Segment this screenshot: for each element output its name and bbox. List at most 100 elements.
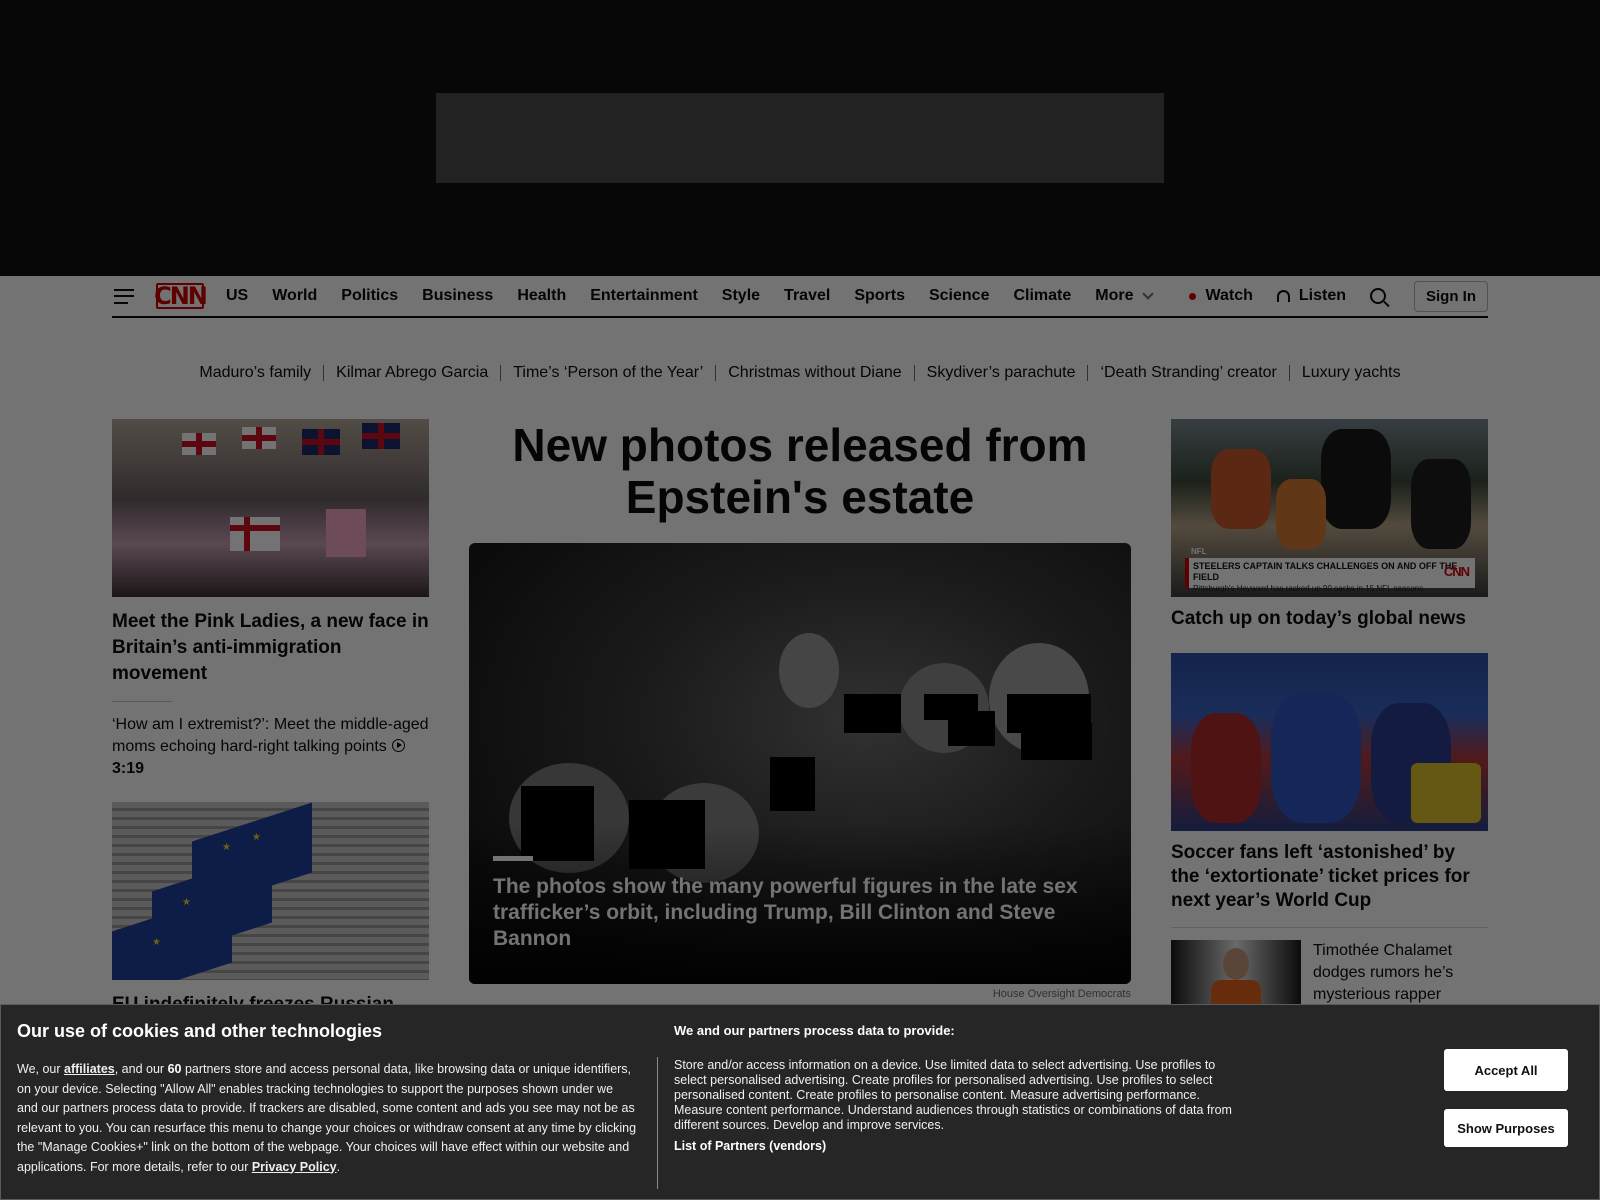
face-shape (1223, 948, 1249, 980)
chevron-down-icon (1141, 288, 1154, 300)
nav-link-style[interactable]: Style (722, 287, 760, 305)
nav-link-us[interactable]: US (226, 287, 248, 305)
player-shape (1211, 449, 1271, 529)
cookie-body: We, our affiliates, and our 60 partners … (17, 1060, 637, 1177)
cookie-text: . (336, 1159, 341, 1174)
cookie-purposes: We and our partners process data to prov… (674, 1023, 1234, 1153)
cookie-intro: Our use of cookies and other technologie… (17, 1021, 637, 1177)
nav-link-travel[interactable]: Travel (784, 287, 830, 305)
story-headline[interactable]: Catch up on today’s global news (1171, 607, 1488, 631)
cnn-logo: CNN (1443, 564, 1470, 579)
flag-shape (230, 517, 280, 551)
star-icon: ★ (252, 832, 261, 843)
vendors-link[interactable]: List of Partners (vendors) (674, 1139, 1234, 1153)
face-shape (779, 633, 839, 708)
story-headline[interactable]: Soccer fans left ‘astonished’ by the ‘ex… (1171, 841, 1488, 913)
cookie-banner: Our use of cookies and other technologie… (0, 1004, 1600, 1200)
watch-label: Watch (1205, 287, 1253, 304)
main-nav: CNN US World Politics Business Health En… (112, 276, 1488, 318)
story-link[interactable]: ‘How am I extremist?’: Meet the middle-a… (112, 714, 429, 780)
star-icon: ★ (152, 937, 161, 948)
nav-link-climate[interactable]: Climate (1013, 287, 1071, 305)
video-duration: 3:19 (112, 760, 145, 777)
hero-photo[interactable]: The photos show the many powerful figure… (469, 543, 1131, 984)
story-headline[interactable]: Meet the Pink Ladies, a new face in Brit… (112, 609, 429, 687)
nav-link-health[interactable]: Health (517, 287, 566, 305)
listen-button[interactable]: Listen (1276, 287, 1346, 305)
hero-caption[interactable]: The photos show the many powerful figure… (493, 874, 1093, 952)
fan-shape (1191, 713, 1261, 823)
trending-bar: Maduro’s family Kilmar Abrego Garcia Tim… (0, 364, 1600, 382)
right-column: NFL STEELERS CAPTAIN TALKS CHALLENGES ON… (1171, 419, 1488, 1014)
redaction-box (1021, 723, 1092, 760)
ad-slot[interactable] (436, 93, 1164, 183)
nav-link-entertainment[interactable]: Entertainment (590, 287, 698, 305)
cookie-title: Our use of cookies and other technologie… (17, 1021, 383, 1041)
flag-shape (1411, 763, 1481, 823)
divider (657, 1057, 658, 1189)
nfl-video-thumbnail[interactable]: NFL STEELERS CAPTAIN TALKS CHALLENGES ON… (1171, 419, 1488, 597)
nav-links: US World Politics Business Health Entert… (226, 276, 1154, 316)
trending-link[interactable]: ‘Death Stranding’ creator (1100, 364, 1276, 382)
divider (1087, 365, 1089, 381)
lower-third-title: STEELERS CAPTAIN TALKS CHALLENGES ON AND… (1193, 561, 1458, 582)
video-lower-third: STEELERS CAPTAIN TALKS CHALLENGES ON AND… (1185, 558, 1475, 593)
privacy-policy-link[interactable]: Privacy Policy (252, 1160, 337, 1174)
photo-credit: House Oversight Democrats (992, 988, 1131, 1000)
player-shape (1411, 459, 1471, 549)
caption-accent-bar (493, 856, 533, 861)
story-card[interactable]: Timothée Chalamet dodges rumors he’s mys… (1171, 927, 1488, 1014)
cookie-text: partners store and access personal data,… (17, 1062, 637, 1174)
protest-sign (326, 509, 366, 557)
trending-link[interactable]: Luxury yachts (1302, 364, 1401, 382)
watch-button[interactable]: Watch (1189, 287, 1253, 305)
nav-link-business[interactable]: Business (422, 287, 493, 305)
cookie-text: , and our (114, 1062, 168, 1076)
trending-link[interactable]: Skydiver’s parachute (927, 364, 1076, 382)
trending-link[interactable]: Kilmar Abrego Garcia (336, 364, 488, 382)
left-column: Meet the Pink Ladies, a new face in Brit… (112, 419, 429, 1018)
redaction-box (770, 757, 815, 811)
sign-in-button[interactable]: Sign In (1414, 280, 1488, 312)
soccer-fans-photo[interactable] (1171, 653, 1488, 831)
menu-icon[interactable] (114, 288, 134, 304)
star-icon: ★ (182, 897, 191, 908)
trending-link[interactable]: Christmas without Diane (728, 364, 901, 382)
show-purposes-button[interactable]: Show Purposes (1444, 1109, 1568, 1147)
nav-more-label: More (1095, 287, 1134, 304)
center-column: New photos released from Epstein's estat… (469, 419, 1131, 1000)
cookie-text: We, our (17, 1062, 65, 1076)
affiliates-link[interactable]: affiliates (64, 1062, 115, 1076)
rally-photo[interactable] (112, 419, 429, 597)
nfl-tag: NFL (1191, 547, 1207, 556)
story-headline: Timothée Chalamet dodges rumors he’s mys… (1313, 942, 1454, 1003)
purposes-text: Store and/or access information on a dev… (674, 1058, 1232, 1132)
cnn-logo[interactable]: CNN (154, 283, 208, 309)
fan-shape (1271, 693, 1361, 823)
listen-label: Listen (1298, 287, 1346, 304)
trending-link[interactable]: Maduro’s family (199, 364, 311, 382)
nav-more[interactable]: More (1095, 287, 1154, 305)
divider (500, 365, 502, 381)
nav-link-politics[interactable]: Politics (341, 287, 398, 305)
ad-band (0, 0, 1600, 276)
nav-link-sports[interactable]: Sports (854, 287, 905, 305)
eu-flags-photo[interactable]: ★ ★ ★ ★ (112, 802, 429, 980)
accept-all-button[interactable]: Accept All (1444, 1049, 1568, 1091)
nav-link-world[interactable]: World (272, 287, 317, 305)
nav-right: Watch Listen Sign In (1189, 280, 1488, 312)
player-shape (1276, 479, 1326, 549)
play-icon (392, 739, 406, 752)
flag-shape (302, 429, 340, 455)
nav-link-science[interactable]: Science (929, 287, 989, 305)
lower-third-sub: Pittsburgh's Heyward has racked up 90 sa… (1193, 584, 1424, 593)
flag-shape (242, 427, 276, 449)
divider (715, 365, 717, 381)
search-icon[interactable] (1370, 288, 1386, 304)
trending-link[interactable]: Time’s ‘Person of the Year’ (513, 364, 703, 382)
redaction-box (948, 711, 995, 746)
lead-headline[interactable]: New photos released from Epstein's estat… (469, 419, 1131, 523)
divider (323, 365, 325, 381)
headphones-icon (1276, 290, 1290, 302)
divider (112, 701, 172, 702)
